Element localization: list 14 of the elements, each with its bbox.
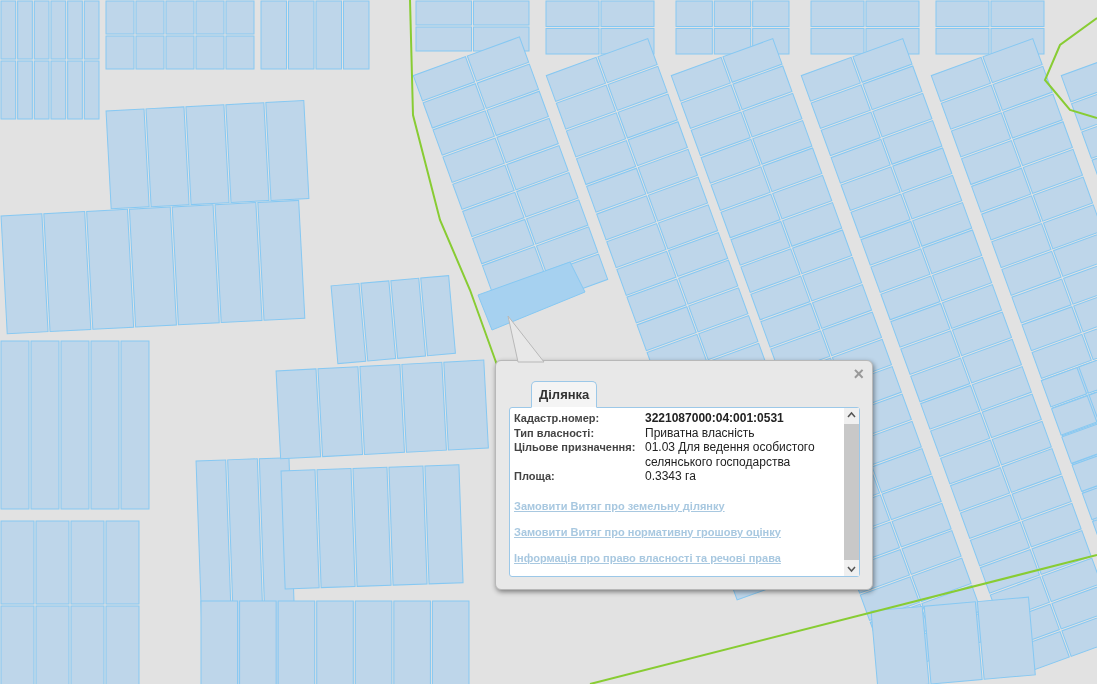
link[interactable]: Замовити Витяг про нормативну грошову оцінку	[514, 525, 840, 538]
close-button[interactable]: ×	[851, 365, 866, 383]
field-label: Цільове призначення:	[514, 440, 637, 455]
scrollbar[interactable]	[844, 408, 859, 576]
parcel-tab[interactable]: Ділянка	[531, 381, 598, 408]
field-label: Тип власності:	[514, 425, 596, 440]
field-value: 0.3343 га	[645, 469, 697, 484]
link[interactable]: Замовити Витяг про земельну ділянку	[514, 499, 840, 512]
link[interactable]: Інформація про право власності та речові права	[514, 551, 840, 564]
field-value: Приватна власність	[645, 425, 756, 440]
field-label: Площа:	[514, 469, 556, 484]
field-value: 3221087000:04:001:0531	[645, 411, 785, 426]
field-label: Кадастр.номер:	[514, 411, 601, 426]
field-value: 01.03 Для ведення особистого селянського господарства	[645, 440, 816, 469]
